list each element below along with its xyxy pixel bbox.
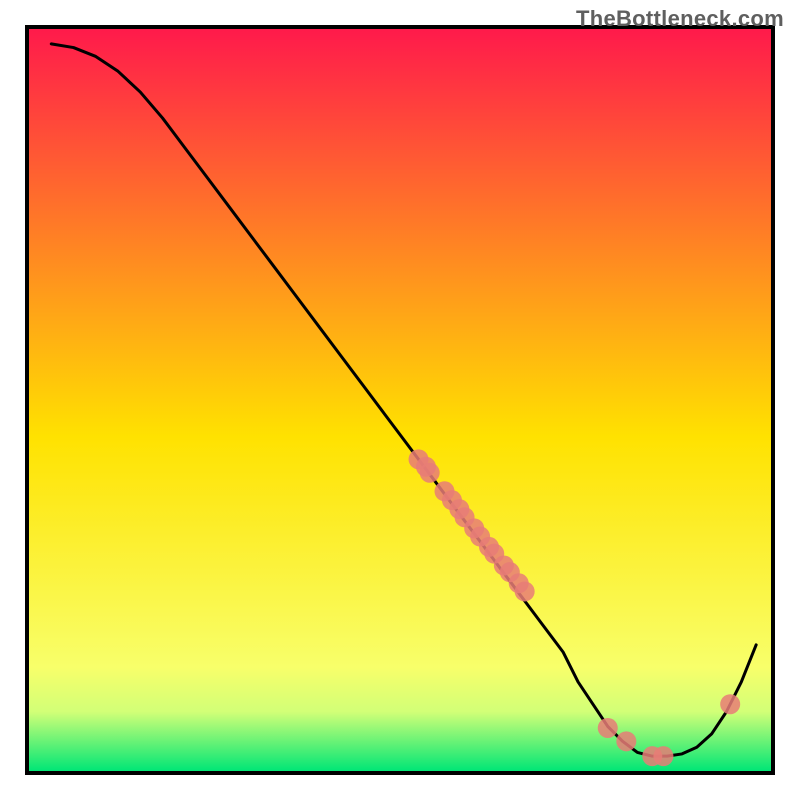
data-marker <box>598 718 618 738</box>
data-marker <box>653 746 673 766</box>
data-marker <box>420 463 440 483</box>
gradient-background <box>29 29 771 771</box>
chart-container: TheBottleneck.com <box>0 0 800 800</box>
chart-svg <box>0 0 800 800</box>
data-marker <box>720 694 740 714</box>
data-marker <box>616 731 636 751</box>
data-marker <box>515 581 535 601</box>
watermark-text: TheBottleneck.com <box>576 6 784 32</box>
